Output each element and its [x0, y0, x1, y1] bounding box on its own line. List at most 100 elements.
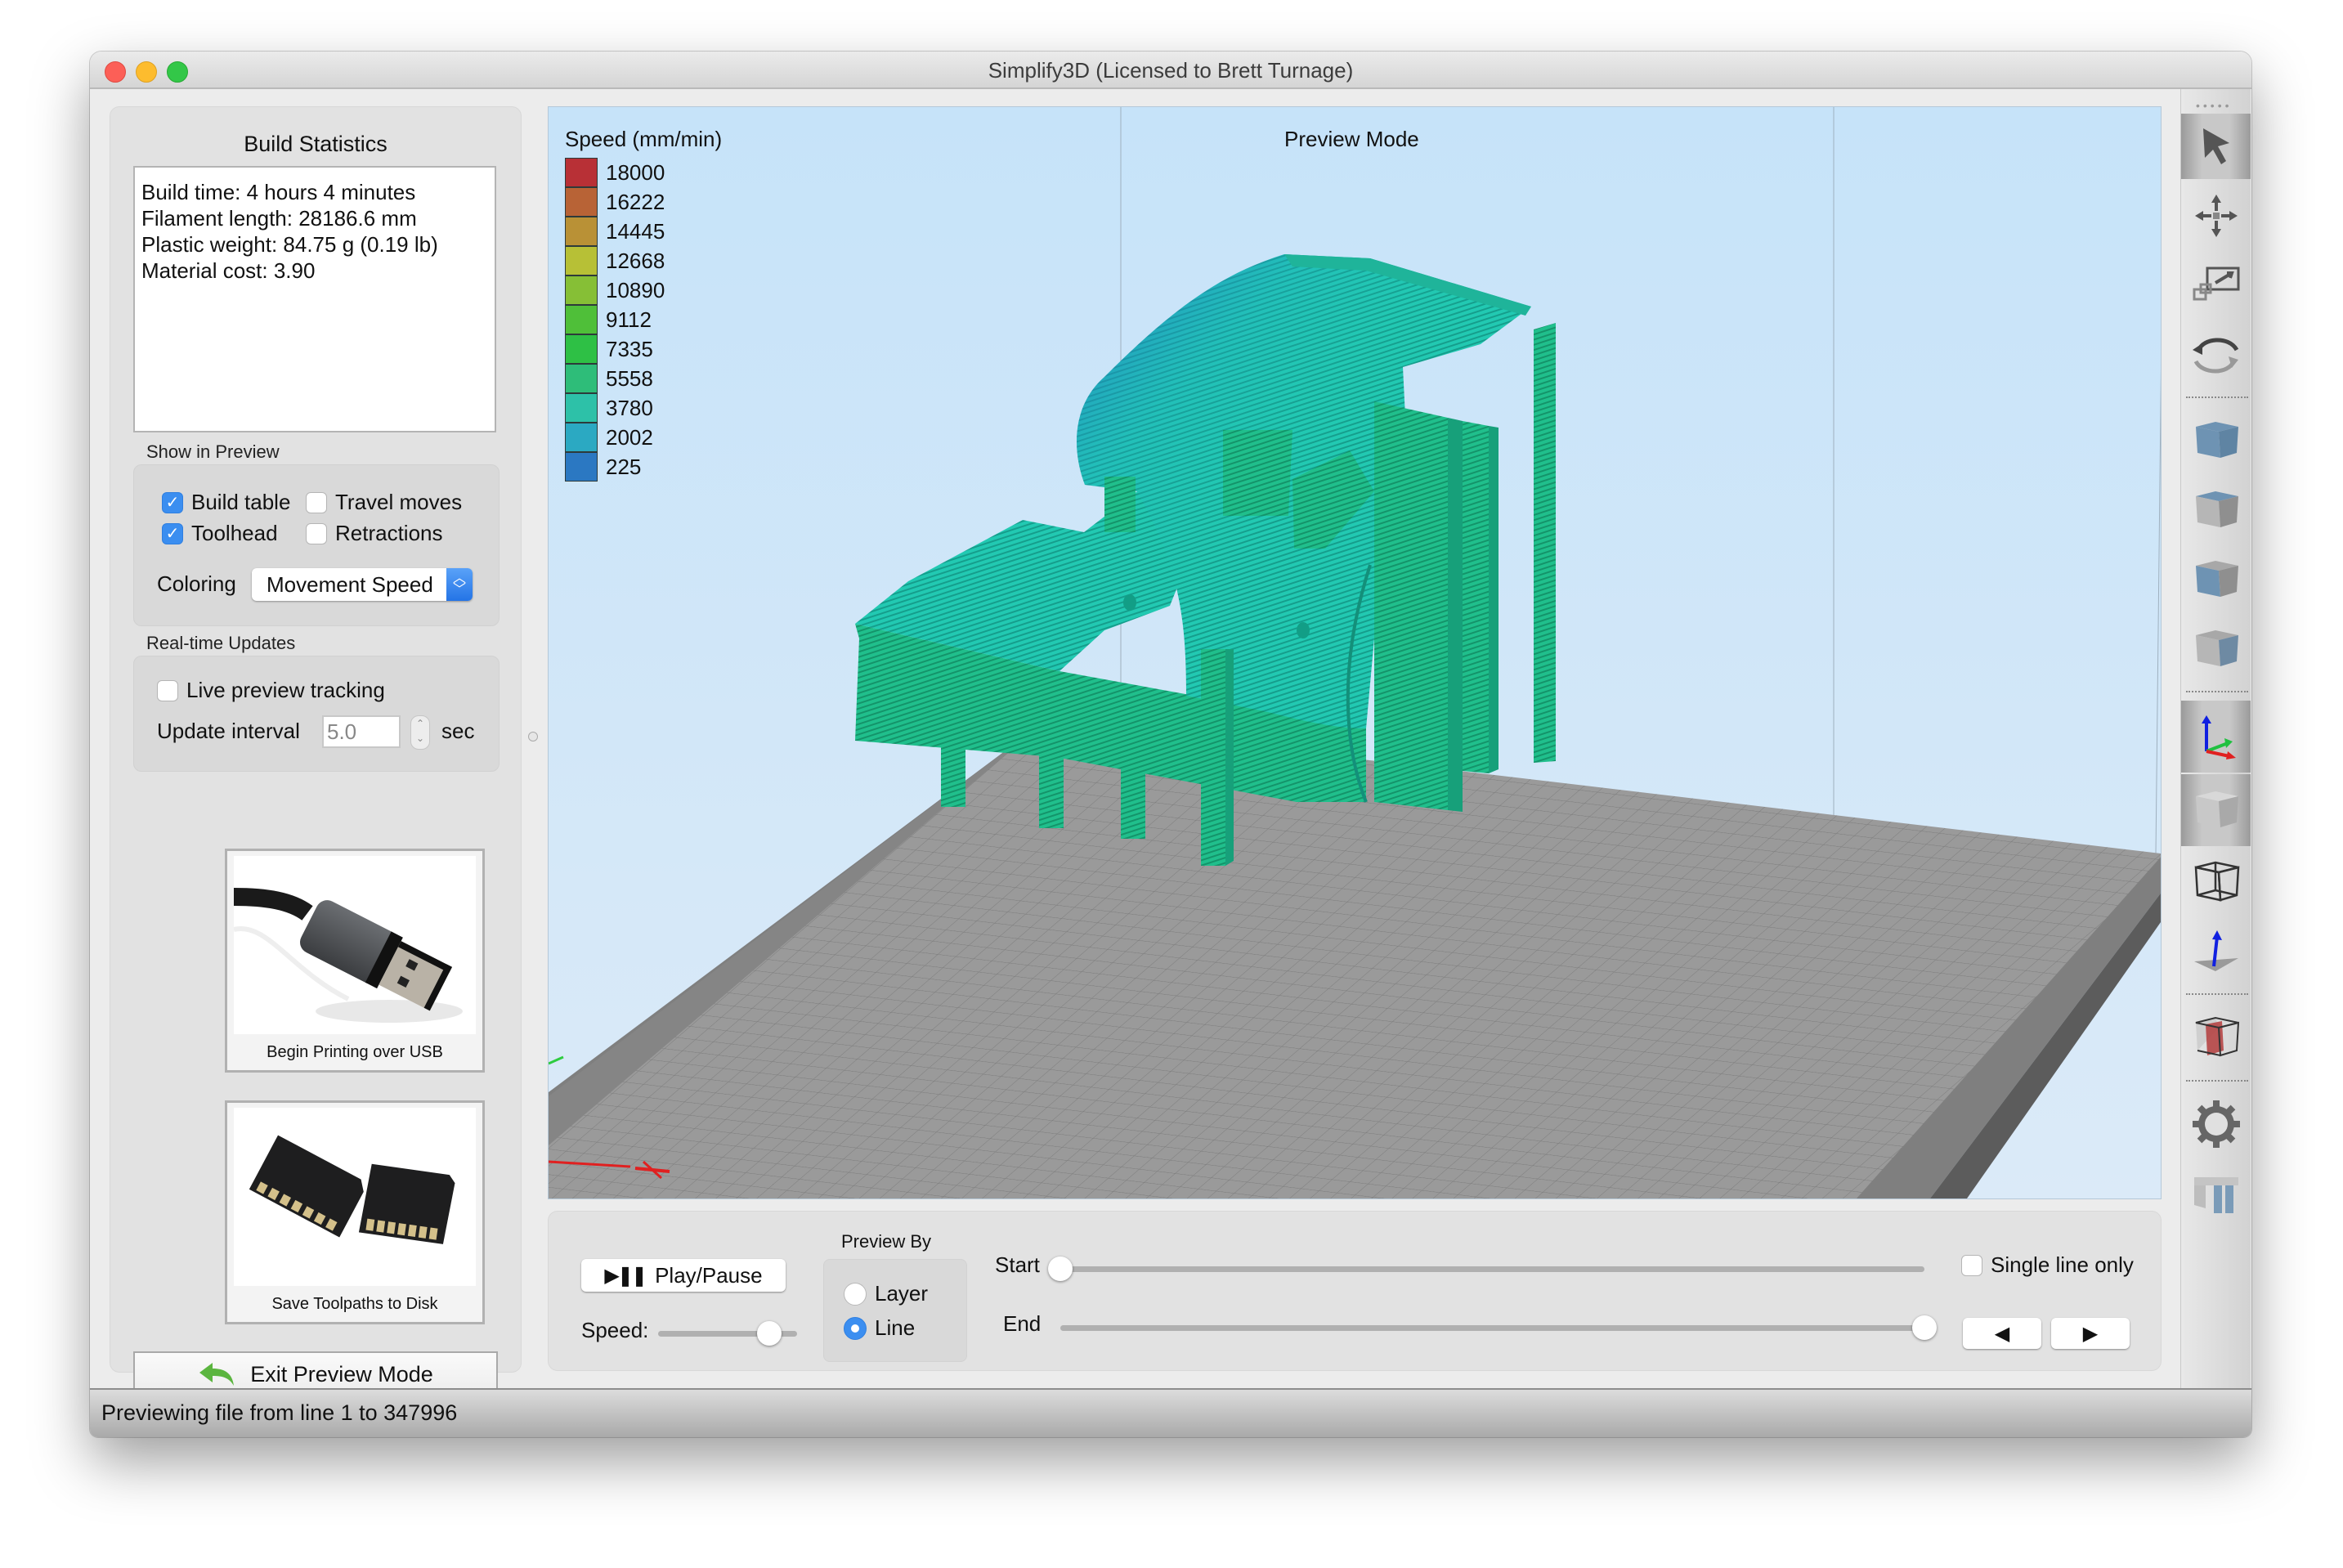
end-slider[interactable] [1060, 1315, 1937, 1340]
begin-printing-usb-button[interactable]: Begin Printing over USB [225, 849, 485, 1073]
settings-button[interactable] [2181, 1091, 2251, 1157]
checkbox-box[interactable]: ✓ [162, 522, 183, 544]
speed-slider[interactable] [658, 1321, 797, 1346]
select-tool-button[interactable] [2181, 114, 2251, 179]
cube-left-view-icon [2195, 561, 2238, 597]
preview-by-line-radio[interactable]: Line [844, 1315, 915, 1341]
toolbar-separator [2186, 396, 2248, 398]
checkbox-box[interactable] [306, 491, 327, 513]
start-label: Start [995, 1252, 1040, 1277]
view-top-button[interactable] [2181, 408, 2251, 473]
chevron-updown-icon: ︿ ﹀ [446, 568, 473, 601]
legend-swatch [565, 334, 598, 364]
cube-front-view-icon [2195, 491, 2238, 527]
show-in-preview-label: Show in Preview [146, 441, 280, 462]
checkbox-box[interactable] [306, 522, 327, 544]
speed-slider-knob[interactable] [757, 1321, 782, 1346]
toolbar-separator [2186, 691, 2248, 692]
cross-section-button[interactable] [2181, 1005, 2251, 1070]
legend-entry: 12668 [565, 246, 665, 276]
legend-swatch [565, 246, 598, 276]
stat-material-cost: Material cost: 3.90 [141, 258, 316, 283]
legend-entry: 10890 [565, 276, 665, 305]
legend-swatch [565, 217, 598, 246]
cursor-arrow-icon [2202, 128, 2229, 164]
legend-value: 14445 [606, 218, 665, 244]
retractions-checkbox[interactable]: Retractions [306, 521, 443, 546]
checkbox-box[interactable]: ✓ [162, 491, 183, 513]
scale-tool-button[interactable] [2181, 253, 2251, 318]
view-bottom-button[interactable] [2181, 477, 2251, 543]
solid-view-button[interactable] [2181, 774, 2251, 846]
triangle-left-icon: ◀ [1994, 1322, 2010, 1345]
gear-icon [2192, 1100, 2240, 1148]
build-table-checkbox[interactable]: ✓ Build table [162, 490, 290, 515]
single-line-only-checkbox[interactable]: Single line only [1961, 1252, 2134, 1278]
legend-value: 7335 [606, 336, 653, 361]
realtime-updates-label: Real-time Updates [146, 633, 296, 653]
legend-value: 5558 [606, 365, 653, 391]
show-axes-button[interactable] [2181, 701, 2251, 773]
previous-step-button[interactable]: ◀ [1963, 1318, 2041, 1349]
preview-by-label: Preview By [841, 1231, 932, 1252]
update-interval-stepper[interactable]: ⌃ ⌄ [410, 715, 430, 750]
legend-entry: 3780 [565, 393, 665, 423]
normals-view-button[interactable] [2181, 919, 2251, 984]
playback-controls: ▶❚❚ Play/Pause Speed: Preview By Layer L… [548, 1211, 2162, 1371]
toolbar-grip[interactable]: ••••• [2196, 99, 2233, 112]
update-interval-input[interactable]: 5.0 [322, 715, 401, 748]
legend-value: 12668 [606, 248, 665, 273]
live-preview-tracking-checkbox[interactable]: Live preview tracking [157, 678, 385, 703]
legend-swatch [565, 452, 598, 482]
view-side-button[interactable] [2181, 616, 2251, 682]
start-slider[interactable] [1048, 1257, 1924, 1281]
panel-splitter-handle[interactable] [528, 732, 538, 741]
radio-label: Layer [875, 1281, 929, 1306]
preview-by-layer-radio[interactable]: Layer [844, 1281, 928, 1306]
legend-swatch [565, 187, 598, 217]
coloring-select[interactable]: Movement Speed ︿ ﹀ [252, 568, 473, 601]
support-structure-icon [2193, 1177, 2238, 1213]
radio-button[interactable] [844, 1316, 867, 1340]
supports-button[interactable] [2181, 1161, 2251, 1226]
end-slider-knob[interactable] [1912, 1315, 1937, 1340]
update-interval-label: Update interval [157, 719, 300, 743]
next-step-button[interactable]: ▶ [2051, 1318, 2130, 1349]
start-slider-knob[interactable] [1048, 1257, 1073, 1281]
window-title: Simplify3D (Licensed to Brett Turnage) [988, 58, 1354, 83]
legend-swatch [565, 276, 598, 305]
checkbox-box[interactable] [1961, 1254, 1982, 1276]
move-tool-button[interactable] [2181, 183, 2251, 249]
legend-value: 3780 [606, 395, 653, 420]
checkbox-box[interactable] [157, 679, 178, 701]
solid-cube-icon [2195, 791, 2238, 827]
play-pause-icon: ▶❚❚ [604, 1264, 647, 1287]
radio-button[interactable] [844, 1282, 867, 1306]
update-interval-unit: sec [441, 719, 475, 743]
play-pause-button[interactable]: ▶❚❚ Play/Pause [581, 1259, 786, 1292]
toolbar-separator [2186, 993, 2248, 995]
status-text: Previewing file from line 1 to 347996 [101, 1400, 458, 1425]
legend-value: 10890 [606, 277, 665, 302]
checkbox-label: Live preview tracking [186, 678, 385, 702]
exit-preview-label: Exit Preview Mode [250, 1361, 433, 1387]
rotate-tool-button[interactable] [2181, 322, 2251, 388]
right-toolbar: ••••• [2180, 89, 2251, 1437]
3d-viewport[interactable]: Speed (mm/min) Preview Mode 18000 16222 14… [548, 106, 2162, 1199]
travel-moves-checkbox[interactable]: Travel moves [306, 490, 462, 515]
toolhead-checkbox[interactable]: ✓ Toolhead [162, 521, 278, 546]
legend-entry: 14445 [565, 217, 665, 246]
coloring-label: Coloring [157, 571, 236, 596]
checkbox-label: Build table [191, 490, 291, 514]
play-pause-label: Play/Pause [655, 1262, 763, 1288]
legend-swatch [565, 393, 598, 423]
save-toolpaths-disk-button[interactable]: Save Toolpaths to Disk [225, 1100, 485, 1324]
wireframe-view-button[interactable] [2181, 849, 2251, 915]
legend-entry: 7335 [565, 334, 665, 364]
usb-button-caption: Begin Printing over USB [267, 1043, 443, 1061]
view-front-button[interactable] [2181, 547, 2251, 612]
checkbox-label: Single line only [1991, 1252, 2134, 1277]
build-statistics-box: Build time: 4 hours 4 minutes Filament l… [133, 166, 496, 432]
radio-label: Line [875, 1315, 916, 1340]
title-bar: Simplify3D (Licensed to Brett Turnage) [90, 52, 2251, 89]
